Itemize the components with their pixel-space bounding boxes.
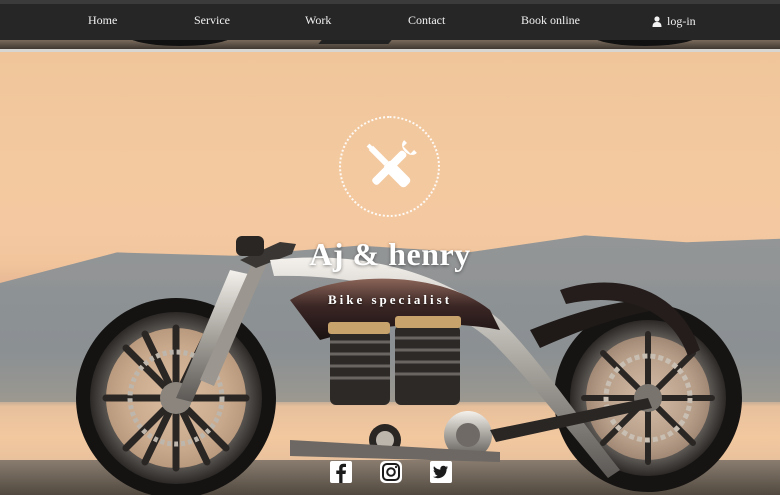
nav-link-home[interactable]: Home [88, 13, 117, 28]
nav-link-work[interactable]: Work [305, 13, 331, 28]
user-icon [652, 16, 662, 27]
hero-title: Aj & henry [309, 236, 471, 272]
login-label: log-in [667, 14, 696, 28]
previous-slide-strip [0, 40, 780, 49]
top-navigation-bar: Home Service Work Contact Book online lo… [0, 0, 780, 40]
nav-link-service[interactable]: Service [194, 13, 230, 28]
nav-link-book-online[interactable]: Book online [521, 13, 580, 28]
facebook-icon[interactable] [330, 461, 352, 483]
instagram-icon[interactable] [380, 461, 402, 483]
hero-subtitle: Bike specialist [327, 292, 453, 307]
wrench-screwdriver-icon [339, 116, 440, 217]
slide-divider [0, 49, 780, 52]
nav-link-login[interactable]: log-in [652, 14, 696, 29]
twitter-icon[interactable] [430, 461, 452, 483]
nav-link-contact[interactable]: Contact [408, 13, 445, 28]
hero-banner: Aj & henry Bike specialist [0, 52, 780, 495]
